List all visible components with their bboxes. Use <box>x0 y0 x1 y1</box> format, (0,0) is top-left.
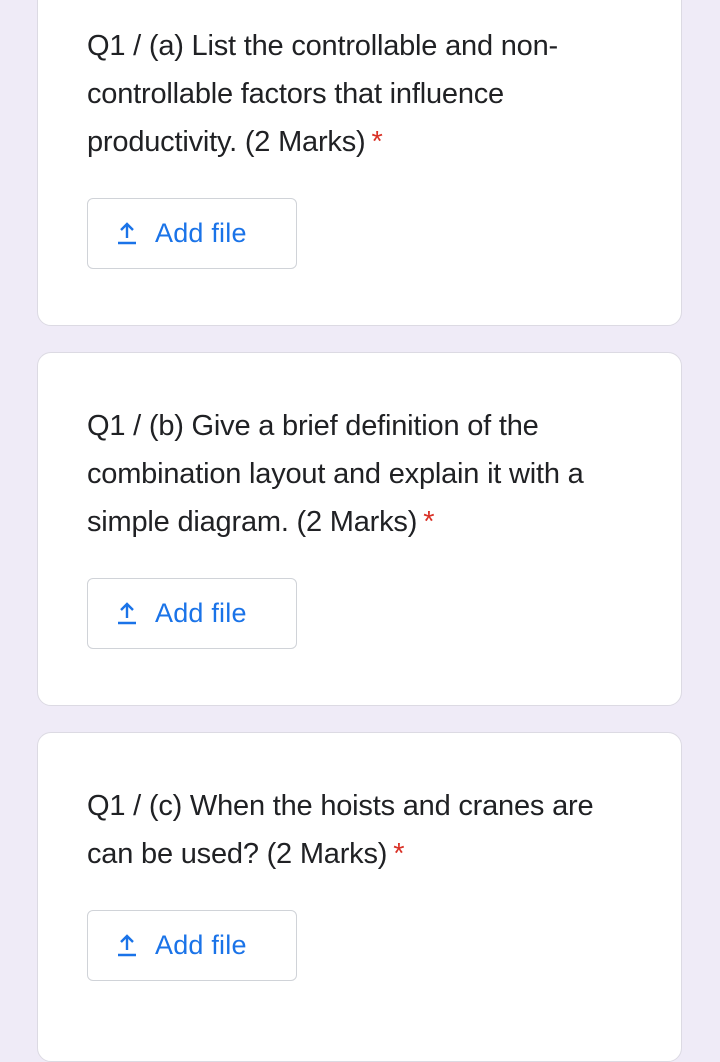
add-file-label: Add file <box>155 218 247 248</box>
question-label: Q1 / (c) When the hoists and cranes are … <box>87 790 594 870</box>
upload-icon <box>116 933 138 958</box>
required-asterisk: * <box>393 838 405 870</box>
add-file-button[interactable]: Add file <box>87 578 297 649</box>
upload-icon <box>116 601 138 626</box>
question-text: Q1 / (a) List the controllable and non-c… <box>87 22 647 166</box>
add-file-label: Add file <box>155 598 247 628</box>
question-label: Q1 / (a) List the controllable and non-c… <box>87 30 558 158</box>
question-card-1: Q1 / (a) List the controllable and non-c… <box>37 0 682 326</box>
question-text: Q1 / (b) Give a brief definition of the … <box>87 402 647 546</box>
question-card-3: Q1 / (c) When the hoists and cranes are … <box>37 732 682 1062</box>
required-asterisk: * <box>371 126 383 158</box>
question-card-2: Q1 / (b) Give a brief definition of the … <box>37 352 682 706</box>
question-text: Q1 / (c) When the hoists and cranes are … <box>87 782 647 878</box>
question-label: Q1 / (b) Give a brief definition of the … <box>87 410 584 538</box>
add-file-button[interactable]: Add file <box>87 198 297 269</box>
add-file-label: Add file <box>155 930 247 960</box>
add-file-button[interactable]: Add file <box>87 910 297 981</box>
upload-icon <box>116 221 138 246</box>
required-asterisk: * <box>423 506 435 538</box>
